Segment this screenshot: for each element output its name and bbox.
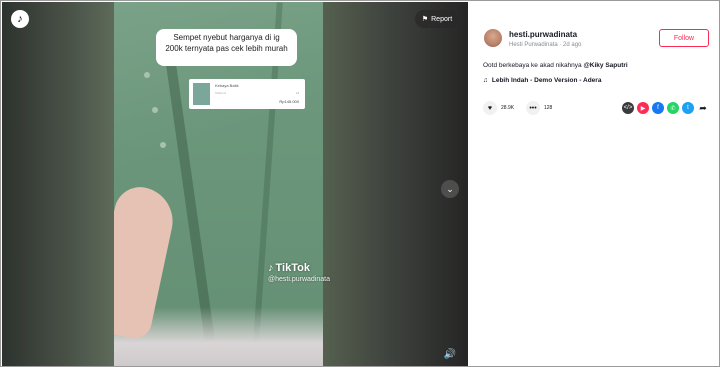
comment-stat[interactable]: ••• 128 (526, 101, 552, 115)
product-price: Rp145.000 (279, 99, 299, 104)
product-name: Kebaya Batik (215, 83, 239, 88)
comment-icon: ••• (526, 101, 540, 115)
speaker-icon[interactable]: 🔊 (442, 347, 458, 361)
watermark-user: @hesti.purwadinata (268, 276, 330, 283)
send-to-friends-icon[interactable]: ▶ (637, 102, 649, 114)
description-text: Ootd berkebaya ke akad nikahnya (483, 62, 584, 69)
product-thumbnail (193, 83, 210, 105)
product-shop: Tokko.id (215, 91, 227, 95)
twitter-icon[interactable]: t (682, 102, 694, 114)
whatsapp-icon[interactable]: ✆ (667, 102, 679, 114)
video-player[interactable]: Sempet nyebut harganya di ig 200k ternya… (2, 2, 468, 366)
flag-icon: ⚑ (421, 16, 429, 23)
garment-button (144, 72, 150, 78)
caption-line: Sempet nyebut harganya di ig (173, 33, 280, 42)
author-username[interactable]: hesti.purwadinata (509, 30, 577, 39)
like-stat[interactable]: ♥ 28.9K (483, 101, 514, 115)
tiktok-logo-icon[interactable]: ♪ (11, 10, 29, 28)
caption-line: 200k ternyata pas cek lebih murah (165, 44, 288, 53)
report-label: Report (431, 15, 453, 23)
product-qty: x1 (295, 91, 299, 95)
product-card: Kebaya Batik Tokko.id x1 Rp145.000 (189, 79, 305, 109)
more-share-icon[interactable]: ➦ (697, 102, 709, 114)
heart-icon: ♥ (483, 101, 497, 115)
garment-button (160, 142, 166, 148)
like-count: 28.9K (501, 105, 515, 111)
post-description: Ootd berkebaya ke akad nikahnya @Kiky Sa… (483, 62, 628, 69)
author-display-name: Hesti Purwadinata (509, 42, 558, 48)
tiktok-watermark: ♪ TikTok @hesti.purwadinata (268, 262, 330, 283)
music-title: Lebih Indah - Demo Version - Adera (491, 77, 602, 84)
mention-link[interactable]: @Kiky Saputri (583, 62, 627, 69)
avatar[interactable] (484, 29, 502, 47)
music-link[interactable]: ♫ Lebih Indah - Demo Version - Adera (483, 77, 601, 84)
post-time: 2d ago (563, 42, 582, 48)
music-note-icon: ♫ (483, 77, 488, 84)
post-info-panel: hesti.purwadinata Hesti Purwadinata · 2d… (468, 2, 719, 366)
share-row: </> ▶ f ✆ t ➦ (622, 102, 709, 114)
watermark-brand: TikTok (275, 262, 310, 274)
facebook-icon[interactable]: f (652, 102, 664, 114)
follow-button[interactable]: Follow (659, 29, 709, 47)
garment-button (152, 107, 158, 113)
tiktok-embed-frame: Sempet nyebut harganya di ig 200k ternya… (0, 0, 720, 367)
report-button[interactable]: ⚑ Report (415, 10, 459, 28)
chevron-down-icon[interactable]: ⌄ (441, 180, 459, 198)
video-blur-left (2, 2, 114, 366)
tiktok-note-icon: ♪ (268, 262, 274, 274)
comment-count: 128 (544, 105, 553, 111)
embed-icon[interactable]: </> (622, 102, 634, 114)
video-caption-bubble: Sempet nyebut harganya di ig 200k ternya… (156, 29, 297, 66)
author-subtitle: Hesti Purwadinata · 2d ago (509, 42, 581, 48)
